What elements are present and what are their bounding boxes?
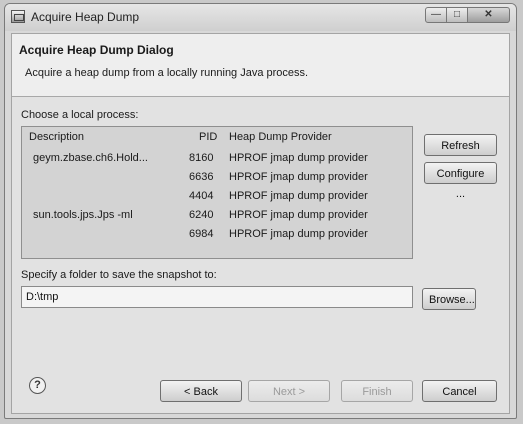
- cancel-button[interactable]: Cancel: [422, 380, 497, 402]
- row-pid: 6984: [189, 228, 214, 240]
- row-description: sun.tools.jps.Jps -ml: [33, 209, 133, 221]
- close-button[interactable]: ✕: [467, 7, 510, 23]
- dialog-header: Acquire Heap Dump Dialog Acquire a heap …: [12, 34, 509, 97]
- row-description: geym.zbase.ch6.Hold...: [33, 152, 148, 164]
- table-row[interactable]: 6984 HPROF jmap dump provider: [22, 225, 412, 244]
- minimize-button[interactable]: —: [425, 7, 447, 23]
- row-provider: HPROF jmap dump provider: [229, 152, 368, 164]
- dialog-description: Acquire a heap dump from a locally runni…: [25, 67, 309, 79]
- browse-button[interactable]: Browse...: [422, 288, 476, 310]
- back-button[interactable]: < Back: [160, 380, 242, 402]
- row-provider: HPROF jmap dump provider: [229, 171, 368, 183]
- table-header: Description PID Heap Dump Provider: [22, 127, 412, 147]
- maximize-button[interactable]: □: [446, 7, 468, 23]
- finish-button[interactable]: Finish: [341, 380, 413, 402]
- choose-process-label: Choose a local process:: [21, 109, 139, 121]
- dialog-title: Acquire Heap Dump Dialog: [19, 43, 174, 57]
- refresh-button[interactable]: Refresh: [424, 134, 497, 156]
- row-pid: 8160: [189, 152, 214, 164]
- configure-button[interactable]: Configure ...: [424, 162, 497, 200]
- app-icon: [11, 10, 25, 23]
- folder-path-input[interactable]: [21, 286, 413, 308]
- table-row[interactable]: 6636 HPROF jmap dump provider: [22, 168, 412, 187]
- title-bar[interactable]: Acquire Heap Dump — □ ✕: [5, 4, 516, 31]
- next-button[interactable]: Next >: [248, 380, 330, 402]
- folder-label: Specify a folder to save the snapshot to…: [21, 269, 217, 281]
- row-pid: 6636: [189, 171, 214, 183]
- column-header-description[interactable]: Description: [29, 131, 84, 143]
- row-provider: HPROF jmap dump provider: [229, 190, 368, 202]
- window-title: Acquire Heap Dump: [31, 10, 140, 24]
- table-row[interactable]: sun.tools.jps.Jps -ml 6240 HPROF jmap du…: [22, 206, 412, 225]
- process-table[interactable]: Description PID Heap Dump Provider geym.…: [21, 126, 413, 259]
- column-header-pid[interactable]: PID: [199, 131, 217, 143]
- row-pid: 6240: [189, 209, 214, 221]
- column-header-provider[interactable]: Heap Dump Provider: [229, 131, 332, 143]
- dialog-client-area: Acquire Heap Dump Dialog Acquire a heap …: [11, 33, 510, 414]
- table-row[interactable]: 4404 HPROF jmap dump provider: [22, 187, 412, 206]
- table-row[interactable]: geym.zbase.ch6.Hold... 8160 HPROF jmap d…: [22, 149, 412, 168]
- row-provider: HPROF jmap dump provider: [229, 228, 368, 240]
- row-provider: HPROF jmap dump provider: [229, 209, 368, 221]
- help-icon[interactable]: ?: [29, 377, 46, 394]
- row-pid: 4404: [189, 190, 214, 202]
- acquire-heap-dump-window: Acquire Heap Dump — □ ✕ Acquire Heap Dum…: [4, 3, 517, 419]
